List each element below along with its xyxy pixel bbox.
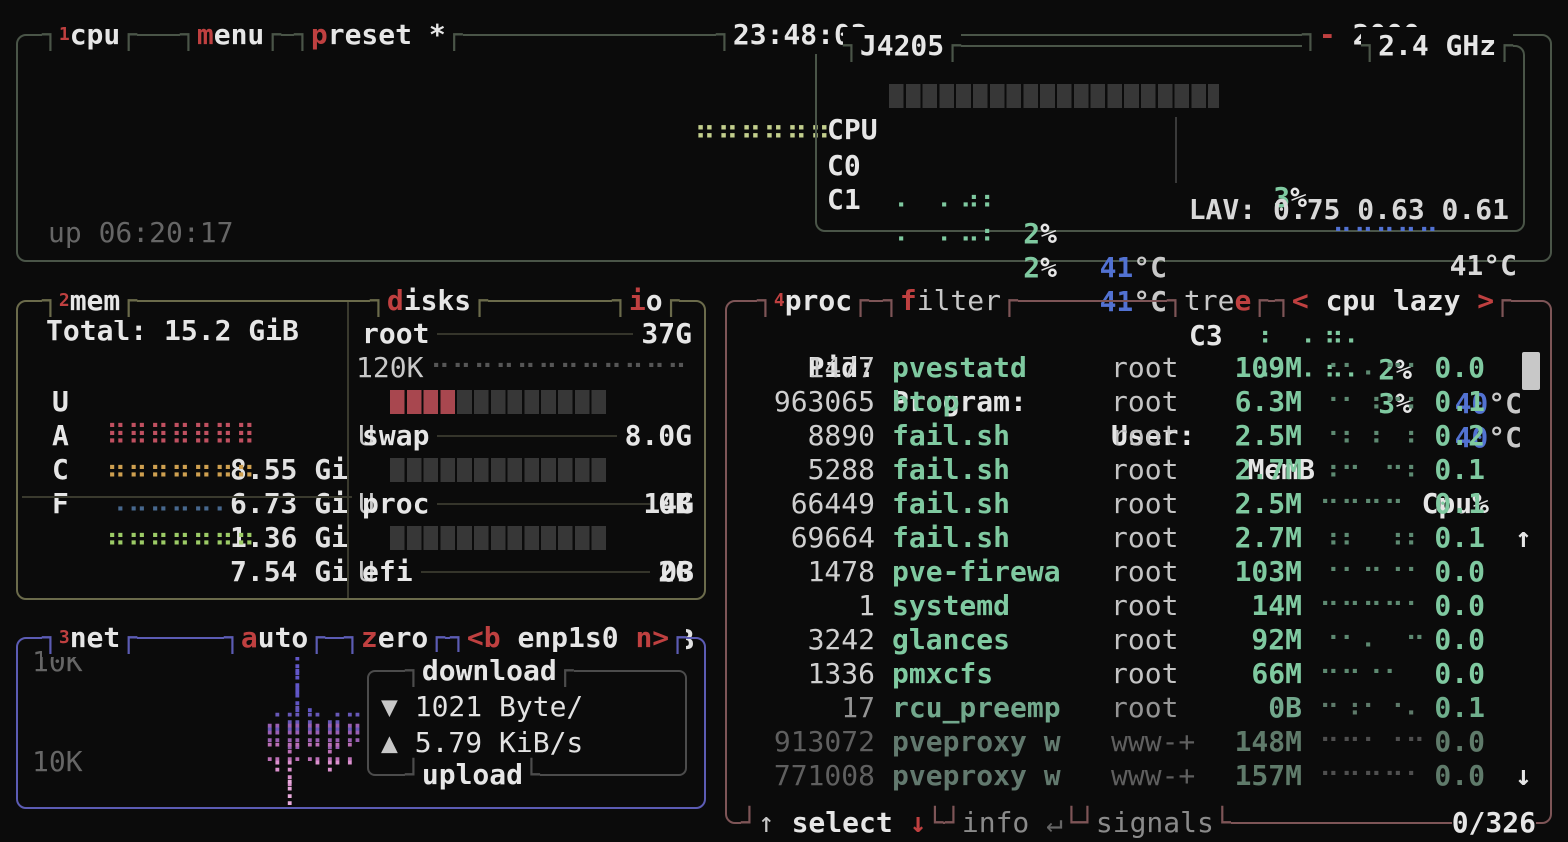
process-row[interactable]: 3242glancesroot92M⠐⠂⠄⠀⠒0.0 — [727, 623, 1517, 657]
mem-box-hotkey: 2 — [59, 282, 70, 320]
uptime: up 06:20:17 — [48, 216, 233, 250]
disk-proc-header: proc0B — [362, 487, 692, 521]
mem-cached-graph: ⠠⠤⠤⠤⠤⠄⠀ — [106, 487, 257, 521]
select-up-icon[interactable]: ↑ — [758, 804, 775, 842]
net-next-button[interactable]: n> — [635, 619, 669, 657]
process-row[interactable]: 66449fail.shroot2.5M⠒⠒⠒⠒⠀0.1 — [727, 487, 1517, 521]
selected-count: 0/326 — [1452, 804, 1536, 842]
process-row[interactable]: 771008pveproxy wwww-+157M⠒⠒⠒⠒⠂0.0 — [727, 759, 1517, 793]
cpu-total-meter — [889, 84, 1219, 108]
disk-root-used-row: U 14G — [18, 385, 708, 419]
signals-button[interactable]: signals — [1079, 804, 1231, 842]
sort-mode: cpu lazy — [1326, 282, 1461, 320]
cpu-detail-panel: J4205 2.4 GHz CPU 3% ⠒⠒⠒⠒⠒ 41°C C0 ⠄⠀⠄⠴⠆… — [815, 45, 1525, 232]
scroll-down-icon[interactable]: ↓ — [1515, 759, 1532, 793]
cpu-history-graph: ⠶⠶⠶⠶⠶⠶ — [694, 114, 832, 148]
net-panel: 3net auto zero <b enp1s0 n> 10K 10K ⠀⢰⠀⠀… — [16, 637, 706, 809]
disk-proc-meter — [390, 526, 608, 550]
cpu-frequency: 2.4 GHz — [1361, 27, 1513, 65]
scrollbar-thumb[interactable] — [1522, 352, 1540, 390]
proc-table-header: Pid: Program: User: MemB Cpu% ↑ — [727, 317, 1550, 351]
process-row[interactable]: 69664fail.shroot2.7M⠰⠆⠀⠰⠆0.1 — [727, 521, 1517, 555]
disk-proc-used-row: U 0B — [18, 521, 708, 555]
disk-root-io-graph: ⠒⠒⠒⠒⠒⠒⠒⠒⠒⠒⠒⠒ — [430, 351, 688, 385]
net-box-hotkey: 3 — [59, 619, 70, 657]
mem-row-used: U ⠿⠿⠿⠿⠿⠿⠿ 8.55 Gi — [18, 351, 363, 385]
process-row[interactable]: 1478pve-firewaroot103M⠐⠂⠒⠐⠂0.0 — [727, 555, 1517, 589]
io-toggle[interactable]: io — [612, 282, 679, 320]
proc-panel: 4proc filter tree < cpu lazy > Pid: Prog… — [725, 300, 1552, 824]
upload-arrow-icon: ▲ — [381, 726, 398, 759]
proc-box-title[interactable]: 4proc — [757, 282, 869, 320]
net-graph: ⠀⢰⠀⠀⠀⠀⢸⠀⠀⠀⠀⢸⡀⠀⠀⣐⣾⣖⣴⣒⠿⣿⠿⣿⠿⠭⠯⠭⠯⠅⠘⡇⠈⠋⠁⠀⡇⠀⠀⠀ — [264, 653, 364, 801]
process-row[interactable]: 5288fail.shroot2.7M⠰⠒⠀⠒⠆0.1 — [727, 453, 1517, 487]
cpu-box-title[interactable]: 1cpu — [42, 16, 137, 54]
disk-root-header: root37G — [362, 317, 692, 351]
download-label: download — [405, 652, 574, 690]
core-row-c1: C1 ⠄⠀⠄⠤⠆ 2% 41°C C3 ⠄⠀⠄⠦⠄ 3% 40°C — [817, 149, 1523, 183]
cpu-panel: 1cpu menu preset * 23:48:02 - 2000ms + ⠶… — [16, 34, 1552, 262]
disk-efi-header: efi2G — [362, 555, 692, 589]
interval-decrease-button[interactable]: - — [1319, 16, 1336, 54]
disk-swap-header: swap8.0G — [362, 419, 692, 453]
process-row[interactable]: 1477pvestatdroot109M⠐⠂⠄⠒⠂0.0 — [727, 351, 1517, 385]
enter-icon: ↵ — [1046, 804, 1063, 842]
disks-toggle[interactable]: disks — [370, 282, 488, 320]
cpu-total-temp: 41°C — [1417, 249, 1517, 283]
disk-root-io: 120K — [356, 351, 423, 385]
menu-button[interactable]: menu — [180, 16, 281, 54]
cpu-model: J4205 — [843, 27, 961, 65]
sort-selector[interactable]: < cpu lazy > — [1275, 282, 1511, 320]
cpu-box-hotkey: 1 — [59, 16, 70, 54]
core-row-c0: C0 ⠄⠀⠄⠴⠆ 2% 41°C C2 ⠆⠀⠄⠶⠄ 2% 40°C — [817, 115, 1523, 149]
upload-label: upload — [405, 756, 540, 794]
cpu-total-row: CPU 3% ⠒⠒⠒⠒⠒ 41°C — [817, 79, 1523, 113]
disk-root-meter — [390, 390, 608, 414]
net-speed-panel: download ▼ 1021 Byte/ ▲ 5.79 KiB/s uploa… — [367, 670, 687, 776]
filter-button[interactable]: filter — [883, 282, 1018, 320]
mem-box-title[interactable]: 2mem — [42, 282, 137, 320]
scroll-up-icon[interactable]: ↑ — [1515, 521, 1532, 555]
select-down-icon[interactable]: ↓ — [910, 804, 927, 842]
net-box-title[interactable]: 3net — [42, 619, 137, 657]
process-row[interactable]: 8890fail.shroot2.5M⠐⠆⠰⠀⠆0.2 — [727, 419, 1517, 453]
info-button[interactable]: info ↵ — [945, 804, 1080, 842]
core-label: C1 — [827, 183, 861, 217]
download-speed: ▼ 1021 Byte/ — [381, 690, 583, 724]
disk-swap-used-row: U 0B — [18, 453, 708, 487]
tree-button[interactable]: tree — [1167, 282, 1268, 320]
net-auto-button[interactable]: auto — [224, 619, 325, 657]
mem-panel: 2mem disks io Total: 15.2 GiB U ⠿⠿⠿⠿⠿⠿⠿ … — [16, 300, 706, 600]
process-row[interactable]: 913072pveproxy wwww-+148M⠒⠒⠂⠐⠒0.0 — [727, 725, 1517, 759]
sort-prev-icon[interactable]: < — [1292, 282, 1309, 320]
process-row[interactable]: 963065btoproot6.3M⠐⠂⠰⠒⠆0.1 — [727, 385, 1517, 419]
preset-button[interactable]: preset * — [294, 16, 463, 54]
process-row[interactable]: 17rcu_preemproot0B⠒⠰⠂⠐⠄0.1 — [727, 691, 1517, 725]
process-row[interactable]: 1systemdroot14M⠒⠒⠒⠒⠂0.0 — [727, 589, 1517, 623]
proc-box-hotkey: 4 — [774, 282, 785, 320]
sort-next-icon[interactable]: > — [1477, 282, 1494, 320]
process-row[interactable]: 1336pmxcfsroot66M⠒⠒⠐⠂⠀0.0 — [727, 657, 1517, 691]
download-arrow-icon: ▼ — [381, 690, 398, 723]
net-scale-bottom: 10K — [32, 745, 83, 779]
load-average: LAV: 0.75 0.63 0.61 — [1189, 193, 1509, 227]
upload-speed: ▲ 5.79 KiB/s — [381, 726, 583, 760]
select-control[interactable]: ↑ select ↓ — [741, 804, 943, 842]
disk-swap-meter — [390, 458, 608, 482]
core-graph: ⠄⠀⠄⠤⠆ — [895, 217, 1003, 251]
